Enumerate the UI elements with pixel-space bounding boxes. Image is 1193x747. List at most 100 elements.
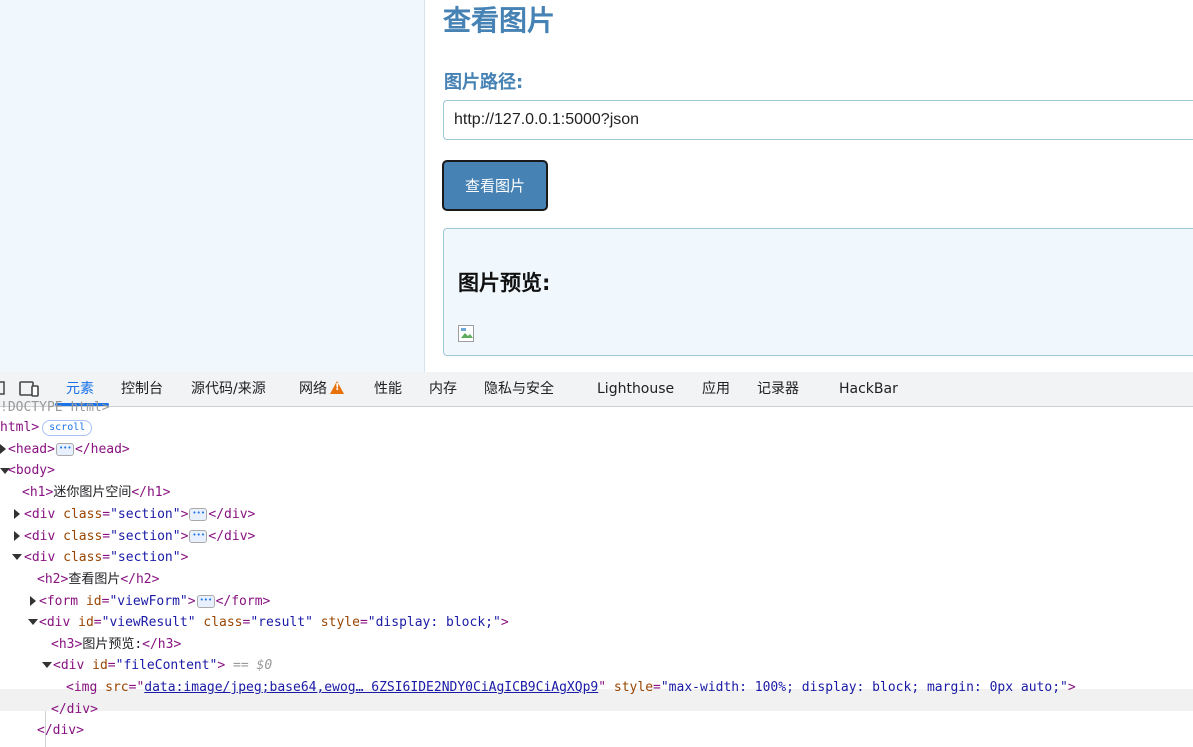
selected-node-marker: == $0 (233, 658, 273, 673)
tab-application[interactable]: 应用 (702, 372, 730, 406)
image-path-label: 图片路径: (444, 72, 524, 93)
dom-head-line[interactable]: <head> </head> (8, 438, 130, 460)
tab-sources[interactable]: 源代码/来源 (191, 372, 266, 406)
scroll-badge[interactable]: scroll (42, 419, 93, 436)
collapse-filecontent-icon[interactable] (42, 662, 52, 668)
tab-lighthouse[interactable]: Lighthouse (597, 372, 674, 406)
dom-section-line[interactable]: <div class="section"> (24, 547, 188, 568)
div-close-tag: </div> (208, 507, 256, 522)
view-section-title: 查看图片 (443, 4, 556, 37)
section-value: "section" (110, 550, 181, 565)
dom-section-line[interactable]: <div class="section"></div> (24, 503, 256, 525)
dom-h2-line[interactable]: <h2>查看图片</h2> (37, 569, 159, 590)
browser-page: 查看图片 图片路径: 查看图片 图片预览: (0, 0, 1193, 372)
div-open-tag: <div (24, 507, 56, 522)
class-attr: class (63, 550, 103, 565)
h2-open-tag: <h2> (37, 572, 69, 587)
ellipsis-icon[interactable] (189, 525, 208, 546)
dom-form-line[interactable]: <form id="viewForm"></form> (39, 590, 271, 612)
expand-form-icon[interactable] (30, 596, 36, 606)
broken-image-icon (458, 325, 474, 342)
id-attr: id (85, 594, 102, 609)
dom-section-line[interactable]: <div class="section"></div> (24, 525, 256, 547)
div-close-tag: </div> (208, 529, 256, 544)
h1-open-tag: <h1> (22, 485, 54, 500)
div-open-tag: <div (24, 550, 56, 565)
tab-performance[interactable]: 性能 (374, 372, 402, 406)
tab-network-label: 网络 (299, 381, 327, 397)
device-toolbar-icon[interactable] (19, 381, 39, 397)
section-value: "section" (110, 507, 181, 522)
style-attr: style (320, 615, 360, 630)
img-style-value: "max-width: 100%; display: block; margin… (660, 680, 1068, 695)
class-attr: class (203, 615, 243, 630)
style-attr: style (613, 680, 654, 695)
filecontent-value: "fileContent" (115, 658, 218, 673)
viewform-value: "viewForm" (109, 594, 188, 609)
page-left-background (0, 0, 424, 372)
devtools-panel: 元素 控制台 源代码/来源 网络! 性能 内存 隐私与安全 Lighthouse… (0, 372, 1193, 747)
head-close-tag: </head> (74, 442, 130, 457)
dom-filecontent-line[interactable]: <div id="fileContent"> == $0 (53, 655, 272, 676)
ellipsis-icon[interactable] (196, 590, 215, 611)
head-open-tag: <head> (8, 442, 55, 457)
tab-memory[interactable]: 内存 (429, 372, 457, 406)
div-close-tag: </div> (37, 723, 84, 738)
tab-hackbar[interactable]: HackBar (839, 372, 898, 406)
h2-text: 查看图片 (68, 572, 121, 587)
div-close-tag: </div> (51, 702, 98, 717)
dom-img-line[interactable]: <img src="data:image/jpeg;base64,ewog… 6… (66, 677, 1076, 698)
tab-privacy-security[interactable]: 隐私与安全 (484, 372, 554, 406)
tab-console[interactable]: 控制台 (121, 372, 163, 406)
class-attr: class (63, 507, 103, 522)
section-value: "section" (110, 529, 181, 544)
dom-h1-line[interactable]: <h1>迷你图片空间</h1> (22, 482, 170, 503)
viewresult-value: "viewResult" (101, 615, 196, 630)
class-attr: class (63, 529, 103, 544)
form-close-tag: </form> (215, 594, 271, 609)
dom-html-line[interactable]: html> scroll (0, 417, 93, 438)
dom-tree: !DOCTYPE html> html>scroll <head> </head>… (0, 400, 1193, 747)
image-path-input[interactable] (443, 100, 1193, 140)
tab-network[interactable]: 网络! (299, 372, 344, 406)
h3-text: 图片预览: (82, 637, 143, 652)
div-open-tag: <div (39, 615, 71, 630)
warning-triangle-icon: ! (330, 381, 344, 394)
dom-body-line[interactable]: <body> (8, 460, 55, 481)
collapse-section-icon[interactable] (12, 554, 22, 560)
expand-section-icon[interactable] (14, 531, 20, 541)
collapse-viewresult-icon[interactable] (28, 619, 38, 625)
h1-close-tag: </h1> (131, 485, 171, 500)
h1-text: 迷你图片空间 (53, 485, 132, 500)
div-open-tag: <div (24, 529, 56, 544)
id-attr: id (92, 658, 108, 673)
h3-open-tag: <h3> (51, 637, 83, 652)
dom-close-div-line[interactable]: </div> (51, 699, 98, 720)
view-image-button[interactable]: 查看图片 (442, 160, 548, 211)
dom-viewresult-line[interactable]: <div id="viewResult" class="result" styl… (39, 612, 509, 633)
preview-title: 图片预览: (458, 271, 551, 295)
html-open-tag: html> (0, 420, 40, 435)
dom-close-div-line[interactable]: </div> (37, 720, 84, 741)
id-attr: id (78, 615, 94, 630)
view-result-panel: 图片预览: (443, 228, 1193, 356)
form-open-tag: <form (39, 594, 79, 609)
src-attr: src (105, 680, 129, 695)
ellipsis-icon[interactable] (189, 503, 208, 524)
expand-section-icon[interactable] (14, 509, 20, 519)
display-block-value: "display: block;" (367, 615, 501, 630)
h2-close-tag: </h2> (120, 572, 160, 587)
doctype-text: !DOCTYPE html> (0, 400, 110, 415)
result-value: "result" (250, 615, 313, 630)
img-src-link[interactable]: data:image/jpeg;base64,ewog… 6ZSI6IDE2ND… (144, 680, 598, 695)
dom-doctype-line[interactable]: !DOCTYPE html> (0, 397, 110, 418)
h3-close-tag: </h3> (142, 637, 182, 652)
body-open-tag: <body> (8, 463, 55, 478)
dom-h3-line[interactable]: <h3>图片预览:</h3> (51, 634, 181, 655)
inspect-element-icon[interactable] (0, 381, 6, 397)
tab-recorder[interactable]: 记录器 (757, 372, 799, 406)
div-open-tag: <div (53, 658, 85, 673)
ellipsis-icon[interactable] (55, 438, 74, 459)
expand-head-icon[interactable] (0, 444, 6, 454)
devtools-tab-bar: 元素 控制台 源代码/来源 网络! 性能 内存 隐私与安全 Lighthouse… (0, 372, 1193, 407)
